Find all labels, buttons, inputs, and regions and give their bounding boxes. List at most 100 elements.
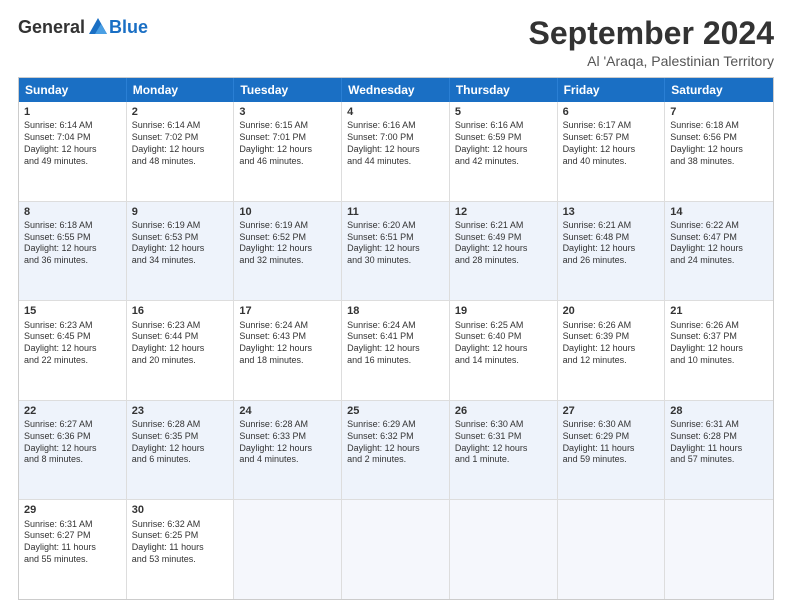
calendar-cell: 8Sunrise: 6:18 AMSunset: 6:55 PMDaylight… <box>19 202 127 301</box>
day-info-line: Sunrise: 6:29 AM <box>347 419 444 431</box>
day-number: 1 <box>24 105 121 119</box>
logo-blue-text: Blue <box>109 17 148 38</box>
day-info-line: and 53 minutes. <box>132 554 229 566</box>
day-info-line: Sunrise: 6:31 AM <box>670 419 768 431</box>
day-info-line: Sunset: 6:29 PM <box>563 431 660 443</box>
day-info-line: and 26 minutes. <box>563 255 660 267</box>
day-number: 7 <box>670 105 768 119</box>
day-info-line: and 12 minutes. <box>563 355 660 367</box>
calendar-body: 1Sunrise: 6:14 AMSunset: 7:04 PMDaylight… <box>19 102 773 599</box>
day-info-line: Daylight: 12 hours <box>455 443 552 455</box>
day-info-line: Sunset: 6:25 PM <box>132 530 229 542</box>
day-info-line: Sunset: 6:53 PM <box>132 232 229 244</box>
calendar: Sunday Monday Tuesday Wednesday Thursday… <box>18 77 774 600</box>
day-info-line: Sunrise: 6:24 AM <box>347 320 444 332</box>
day-info-line: Sunset: 6:48 PM <box>563 232 660 244</box>
day-info-line: Sunrise: 6:15 AM <box>239 120 336 132</box>
day-info-line: Sunrise: 6:21 AM <box>563 220 660 232</box>
day-info-line: Daylight: 12 hours <box>347 343 444 355</box>
calendar-cell <box>558 500 666 599</box>
day-info-line: Sunset: 7:01 PM <box>239 132 336 144</box>
day-info-line: Sunset: 6:36 PM <box>24 431 121 443</box>
calendar-cell: 6Sunrise: 6:17 AMSunset: 6:57 PMDaylight… <box>558 102 666 201</box>
header-sunday: Sunday <box>19 78 127 102</box>
calendar-cell: 15Sunrise: 6:23 AMSunset: 6:45 PMDayligh… <box>19 301 127 400</box>
day-info-line: Sunset: 6:40 PM <box>455 331 552 343</box>
day-info-line: Daylight: 12 hours <box>563 243 660 255</box>
calendar-cell: 5Sunrise: 6:16 AMSunset: 6:59 PMDaylight… <box>450 102 558 201</box>
day-number: 28 <box>670 404 768 418</box>
day-info-line: Daylight: 12 hours <box>563 343 660 355</box>
day-number: 19 <box>455 304 552 318</box>
day-info-line: and 4 minutes. <box>239 454 336 466</box>
calendar-cell: 17Sunrise: 6:24 AMSunset: 6:43 PMDayligh… <box>234 301 342 400</box>
calendar-row: 1Sunrise: 6:14 AMSunset: 7:04 PMDaylight… <box>19 102 773 202</box>
day-info-line: Sunset: 6:47 PM <box>670 232 768 244</box>
day-info-line: Sunrise: 6:18 AM <box>24 220 121 232</box>
calendar-cell: 22Sunrise: 6:27 AMSunset: 6:36 PMDayligh… <box>19 401 127 500</box>
day-info-line: Daylight: 12 hours <box>239 243 336 255</box>
day-info-line: Sunrise: 6:22 AM <box>670 220 768 232</box>
day-info-line: Daylight: 12 hours <box>132 144 229 156</box>
day-info-line: Sunset: 6:35 PM <box>132 431 229 443</box>
day-info-line: Sunset: 6:45 PM <box>24 331 121 343</box>
calendar-cell: 21Sunrise: 6:26 AMSunset: 6:37 PMDayligh… <box>665 301 773 400</box>
day-info-line: Sunrise: 6:31 AM <box>24 519 121 531</box>
day-info-line: Daylight: 12 hours <box>455 144 552 156</box>
day-info-line: Sunrise: 6:27 AM <box>24 419 121 431</box>
day-info-line: Sunset: 6:51 PM <box>347 232 444 244</box>
header: General Blue September 2024 Al 'Araqa, P… <box>18 16 774 69</box>
day-info-line: Sunset: 6:27 PM <box>24 530 121 542</box>
day-info-line: Daylight: 12 hours <box>132 343 229 355</box>
calendar-header: Sunday Monday Tuesday Wednesday Thursday… <box>19 78 773 102</box>
day-info-line: Daylight: 11 hours <box>670 443 768 455</box>
calendar-cell: 11Sunrise: 6:20 AMSunset: 6:51 PMDayligh… <box>342 202 450 301</box>
day-info-line: and 1 minute. <box>455 454 552 466</box>
day-info-line: Sunset: 7:02 PM <box>132 132 229 144</box>
day-info-line: Daylight: 12 hours <box>24 343 121 355</box>
day-info-line: and 32 minutes. <box>239 255 336 267</box>
calendar-cell: 16Sunrise: 6:23 AMSunset: 6:44 PMDayligh… <box>127 301 235 400</box>
day-info-line: Sunrise: 6:28 AM <box>132 419 229 431</box>
calendar-row: 15Sunrise: 6:23 AMSunset: 6:45 PMDayligh… <box>19 301 773 401</box>
day-info-line: Sunset: 6:33 PM <box>239 431 336 443</box>
day-info-line: Sunrise: 6:30 AM <box>563 419 660 431</box>
title-area: September 2024 Al 'Araqa, Palestinian Te… <box>529 16 774 69</box>
day-info-line: Sunrise: 6:20 AM <box>347 220 444 232</box>
day-info-line: and 36 minutes. <box>24 255 121 267</box>
day-info-line: Sunrise: 6:23 AM <box>24 320 121 332</box>
day-info-line: Sunrise: 6:25 AM <box>455 320 552 332</box>
day-info-line: Sunset: 6:59 PM <box>455 132 552 144</box>
calendar-cell: 9Sunrise: 6:19 AMSunset: 6:53 PMDaylight… <box>127 202 235 301</box>
calendar-cell: 30Sunrise: 6:32 AMSunset: 6:25 PMDayligh… <box>127 500 235 599</box>
day-info-line: Sunset: 7:04 PM <box>24 132 121 144</box>
day-info-line: Daylight: 12 hours <box>670 243 768 255</box>
day-info-line: Daylight: 12 hours <box>24 144 121 156</box>
day-number: 21 <box>670 304 768 318</box>
day-info-line: Sunset: 6:57 PM <box>563 132 660 144</box>
day-info-line: and 28 minutes. <box>455 255 552 267</box>
day-info-line: Sunrise: 6:18 AM <box>670 120 768 132</box>
calendar-cell: 27Sunrise: 6:30 AMSunset: 6:29 PMDayligh… <box>558 401 666 500</box>
main-title: September 2024 <box>529 16 774 51</box>
day-info-line: Daylight: 11 hours <box>24 542 121 554</box>
day-info-line: Sunset: 6:52 PM <box>239 232 336 244</box>
header-monday: Monday <box>127 78 235 102</box>
day-info-line: and 55 minutes. <box>24 554 121 566</box>
calendar-cell <box>342 500 450 599</box>
day-info-line: Daylight: 12 hours <box>24 443 121 455</box>
day-number: 20 <box>563 304 660 318</box>
day-info-line: Sunset: 6:31 PM <box>455 431 552 443</box>
calendar-cell: 1Sunrise: 6:14 AMSunset: 7:04 PMDaylight… <box>19 102 127 201</box>
day-number: 10 <box>239 205 336 219</box>
calendar-cell: 25Sunrise: 6:29 AMSunset: 6:32 PMDayligh… <box>342 401 450 500</box>
day-info-line: Sunset: 6:39 PM <box>563 331 660 343</box>
day-info-line: Sunrise: 6:16 AM <box>347 120 444 132</box>
day-info-line: Sunset: 6:55 PM <box>24 232 121 244</box>
calendar-cell: 4Sunrise: 6:16 AMSunset: 7:00 PMDaylight… <box>342 102 450 201</box>
day-info-line: Daylight: 12 hours <box>670 144 768 156</box>
day-info-line: Sunrise: 6:14 AM <box>24 120 121 132</box>
day-info-line: Daylight: 11 hours <box>132 542 229 554</box>
calendar-row: 29Sunrise: 6:31 AMSunset: 6:27 PMDayligh… <box>19 500 773 599</box>
day-info-line: Sunrise: 6:21 AM <box>455 220 552 232</box>
